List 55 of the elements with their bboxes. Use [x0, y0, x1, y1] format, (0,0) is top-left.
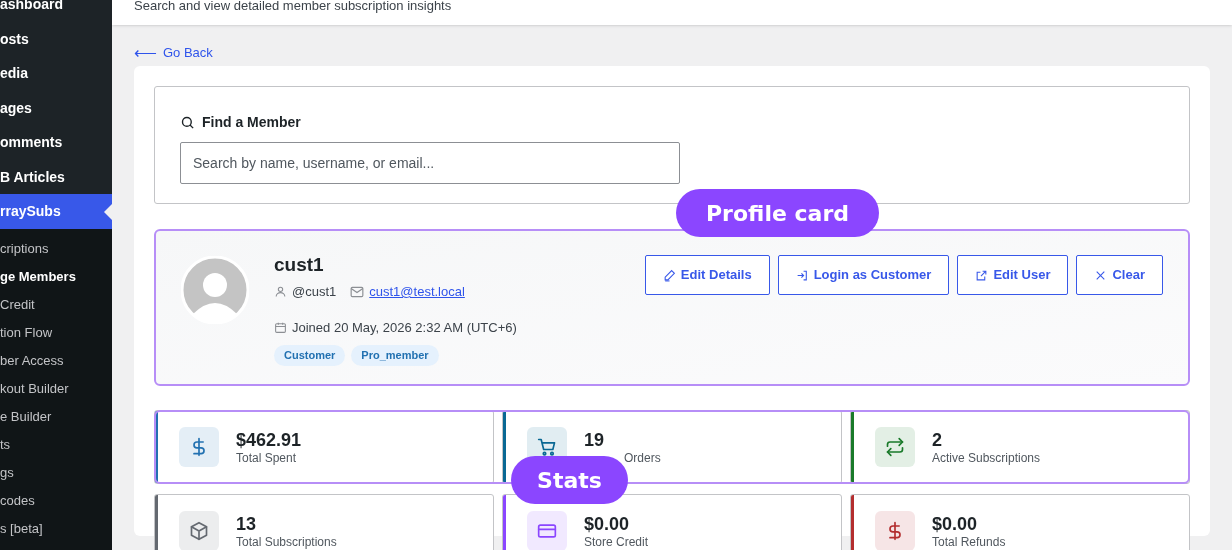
action-button[interactable]: Login as Customer	[777, 255, 950, 295]
role-tag: Pro_member	[351, 345, 439, 366]
submenu-item[interactable]: ber Access	[0, 346, 112, 375]
submenu-item[interactable]: Credit	[0, 290, 112, 319]
action-button[interactable]: Edit User	[957, 255, 1069, 295]
search-field[interactable]: Search by name, username, or email...	[180, 142, 680, 184]
stat-label: Total Refunds	[932, 535, 1006, 549]
calendar-icon	[274, 320, 287, 334]
box-icon	[189, 521, 209, 541]
action-button[interactable]: Edit Details	[644, 255, 770, 295]
stat-value: 19	[584, 429, 606, 451]
cart-icon	[537, 437, 557, 457]
avatar	[181, 256, 249, 324]
stat-value: $462.91	[236, 429, 302, 451]
external-link-icon	[975, 268, 989, 282]
login-icon	[795, 268, 809, 282]
stat-value: 2	[932, 429, 943, 451]
email-link[interactable]: cust1@test.local	[369, 282, 465, 302]
search-icon	[180, 115, 195, 130]
submenu-item[interactable]: ge Members	[0, 262, 112, 291]
pencil-icon	[662, 268, 676, 282]
mail-icon	[350, 285, 365, 298]
sidebar-item[interactable]: B Articles	[0, 159, 112, 194]
repeat-icon	[885, 437, 905, 457]
stat-value: $0.00	[932, 513, 979, 535]
submenu-item[interactable]: kout Builder	[0, 374, 112, 403]
joined-date: Joined 20 May, 2026 2:32 AM (UTC+6)	[292, 318, 517, 337]
member-name: cust1	[274, 254, 325, 276]
submenu-item[interactable]: e Builder	[0, 402, 112, 431]
stat-value: $0.00	[584, 513, 631, 535]
search-title: Find a Member	[202, 113, 301, 132]
annotation-label: Profile card	[676, 189, 879, 237]
username: @cust1	[292, 283, 337, 301]
stat-label: Store Credit	[584, 535, 649, 549]
submenu-item[interactable]: gs	[0, 458, 112, 487]
credit-card-icon	[537, 521, 557, 541]
submenu-item[interactable]: s [beta]	[0, 514, 112, 543]
sidebar-item[interactable]: edia	[0, 56, 112, 91]
role-tag: Customer	[274, 345, 346, 366]
submenu-item[interactable]: codes	[0, 486, 112, 515]
sidebar-item[interactable]: ages	[0, 90, 112, 125]
submenu-item[interactable]: ts	[0, 430, 112, 459]
go-back-link[interactable]: ⟵ Go Back	[134, 46, 213, 60]
action-button[interactable]: Clear	[1076, 255, 1163, 295]
submenu-item[interactable]: criptions	[0, 234, 112, 263]
stat-label: Total Subscriptions	[236, 535, 337, 549]
stat-value: 13	[236, 513, 258, 535]
page-subtitle: Search and view detailed member subscription insights	[134, 0, 452, 12]
submenu-item[interactable]: tion Flow	[0, 318, 112, 347]
stat-label: Total Spent	[236, 451, 298, 465]
stat-label: Active Subscriptions	[932, 451, 1041, 465]
user-icon	[274, 285, 287, 299]
sidebar-item[interactable]: omments	[0, 125, 112, 160]
sidebar-item[interactable]: osts	[0, 21, 112, 56]
sidebar-item[interactable]: rraySubs	[0, 194, 112, 229]
